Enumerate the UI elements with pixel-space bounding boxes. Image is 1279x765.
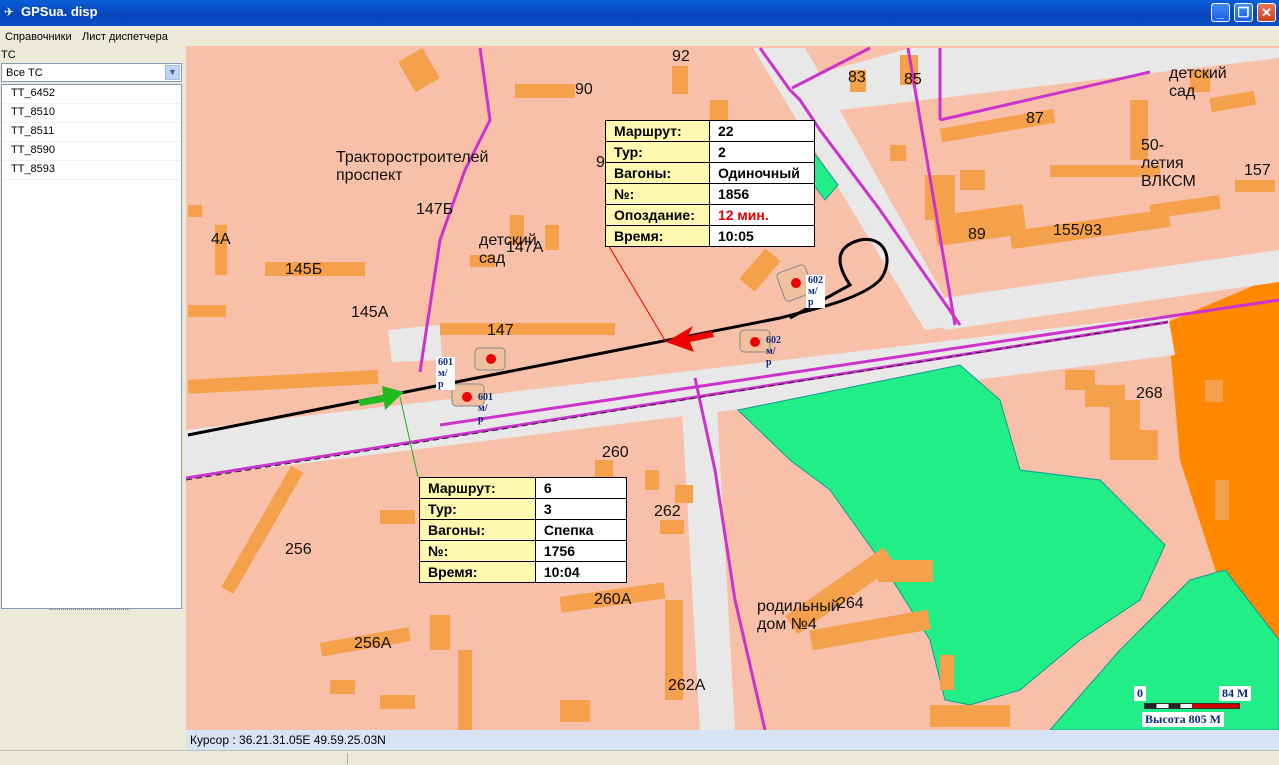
vehicle-list: TT_6452 TT_8510 TT_8511 TT_8590 TT_8593: [1, 84, 182, 609]
delay-value: 12 мин.: [708, 204, 816, 226]
map-label: детский сад: [1169, 65, 1227, 100]
menu-dispatcher-sheet[interactable]: Лист диспетчера: [82, 31, 168, 43]
map-label: 268: [1136, 385, 1163, 402]
map-label: Тракторостроителей проспект: [336, 149, 489, 184]
info-value: Спепка: [534, 519, 628, 541]
stop-label: 602 м/р: [806, 275, 825, 308]
map-label: 157: [1244, 162, 1271, 179]
info-key: Опоздание:: [605, 204, 710, 226]
vehicle-item[interactable]: TT_6452: [2, 85, 181, 104]
stop-label: 602 м/р: [766, 335, 781, 368]
cursor-coordinates: Курсор : 36.21.31.05E 49.59.25.03N: [190, 733, 386, 747]
stop-label: 601 м/р: [436, 357, 455, 390]
map-label: 90: [575, 81, 593, 98]
info-value: 2: [708, 141, 816, 163]
menu-references[interactable]: Справочники: [5, 31, 72, 43]
map-label: родильный дом №4: [757, 598, 840, 633]
status-divider: [347, 753, 348, 764]
scale-height: Высота 805 М: [1142, 712, 1224, 727]
scale-zero: 0: [1134, 686, 1146, 701]
vehicle-item[interactable]: TT_8510: [2, 104, 181, 123]
vehicle-item[interactable]: TT_8590: [2, 142, 181, 161]
info-key: Маршрут:: [605, 120, 710, 142]
info-key: Тур:: [605, 141, 710, 163]
info-value: 10:04: [534, 561, 628, 583]
info-key: Тур:: [419, 498, 536, 520]
stop-label: 601 м/р: [478, 392, 493, 425]
map-label: 256А: [354, 635, 392, 652]
road-patch: [388, 325, 442, 362]
map-label: 89: [968, 226, 986, 243]
map-label: 92: [672, 48, 690, 65]
app-icon: ✈: [4, 5, 15, 19]
info-key: Время:: [419, 561, 536, 583]
vehicle-filter-select[interactable]: Все ТС ▼: [1, 63, 182, 82]
map-label: 145Б: [285, 261, 323, 278]
cursor-coordinates-bar: Курсор : 36.21.31.05E 49.59.25.03N: [186, 730, 1279, 750]
close-button[interactable]: ✕: [1257, 3, 1276, 22]
map-label: 264: [837, 595, 864, 612]
window-title: GPSua. disp: [21, 4, 98, 19]
restore-button[interactable]: ❐: [1234, 3, 1253, 22]
map-label: 50-летия ВЛКСМ: [1141, 137, 1196, 190]
map-label: 147Б: [416, 201, 454, 218]
map-label: 147А: [506, 239, 544, 256]
map-label: 145А: [351, 304, 389, 321]
info-key: Время:: [605, 225, 710, 247]
popup1-leader: [606, 242, 667, 343]
map-label: 83: [848, 69, 866, 86]
map-label: 262А: [668, 677, 706, 694]
vehicle-item[interactable]: TT_8593: [2, 161, 181, 180]
map-label: 85: [904, 71, 922, 88]
vehicle-panel: ТС Все ТС ▼ TT_6452 TT_8510 TT_8511 TT_8…: [0, 46, 186, 750]
minimize-button[interactable]: _: [1211, 3, 1230, 22]
map-label: 260А: [594, 591, 632, 608]
info-key: Маршрут:: [419, 477, 536, 499]
map-label: 9: [596, 154, 605, 171]
menu-bar: Справочники Лист диспетчера: [0, 26, 1279, 46]
info-key: №:: [605, 183, 710, 205]
info-value: Одиночный: [708, 162, 816, 184]
info-value: 6: [534, 477, 628, 499]
info-key: Вагоны:: [419, 519, 536, 541]
map-label: 155/93: [1053, 222, 1102, 239]
info-value: 1756: [534, 540, 628, 562]
scale-line: [1144, 703, 1240, 709]
chevron-down-icon[interactable]: ▼: [165, 65, 180, 80]
map-label: 4А: [211, 231, 231, 248]
vehicle-info-popup-22: Маршрут: 22 Тур: 2 Вагоны: Одиночный №: 1856…: [605, 120, 816, 247]
info-value: 10:05: [708, 225, 816, 247]
scale-distance: 84 М: [1219, 686, 1252, 701]
vehicle-label: ТС: [1, 49, 16, 61]
panel-splitter[interactable]: [50, 609, 130, 613]
info-value: 22: [708, 120, 816, 142]
status-bar: [0, 750, 1279, 765]
vehicle-filter-value: Все ТС: [6, 67, 43, 79]
vehicle-info-popup-6: Маршрут: 6 Тур: 3 Вагоны: Спепка №: 1756 Вре…: [419, 477, 628, 583]
map-label: 147: [487, 322, 514, 339]
vehicle-item[interactable]: TT_8511: [2, 123, 181, 142]
info-key: №:: [419, 540, 536, 562]
map-label: 87: [1026, 110, 1044, 127]
tram-marker-red[interactable]: [666, 326, 714, 352]
info-key: Вагоны:: [605, 162, 710, 184]
map-view[interactable]: 92 90 83 85 87 детский сад 50-летия ВЛКС…: [186, 46, 1279, 750]
info-value: 1856: [708, 183, 816, 205]
map-label: 260: [602, 444, 629, 461]
info-value: 3: [534, 498, 628, 520]
park-area: [736, 364, 1166, 706]
map-label: 262: [654, 503, 681, 520]
title-bar: ✈ GPSua. disp _ ❐ ✕: [0, 0, 1279, 26]
map-label: 256: [285, 541, 312, 558]
